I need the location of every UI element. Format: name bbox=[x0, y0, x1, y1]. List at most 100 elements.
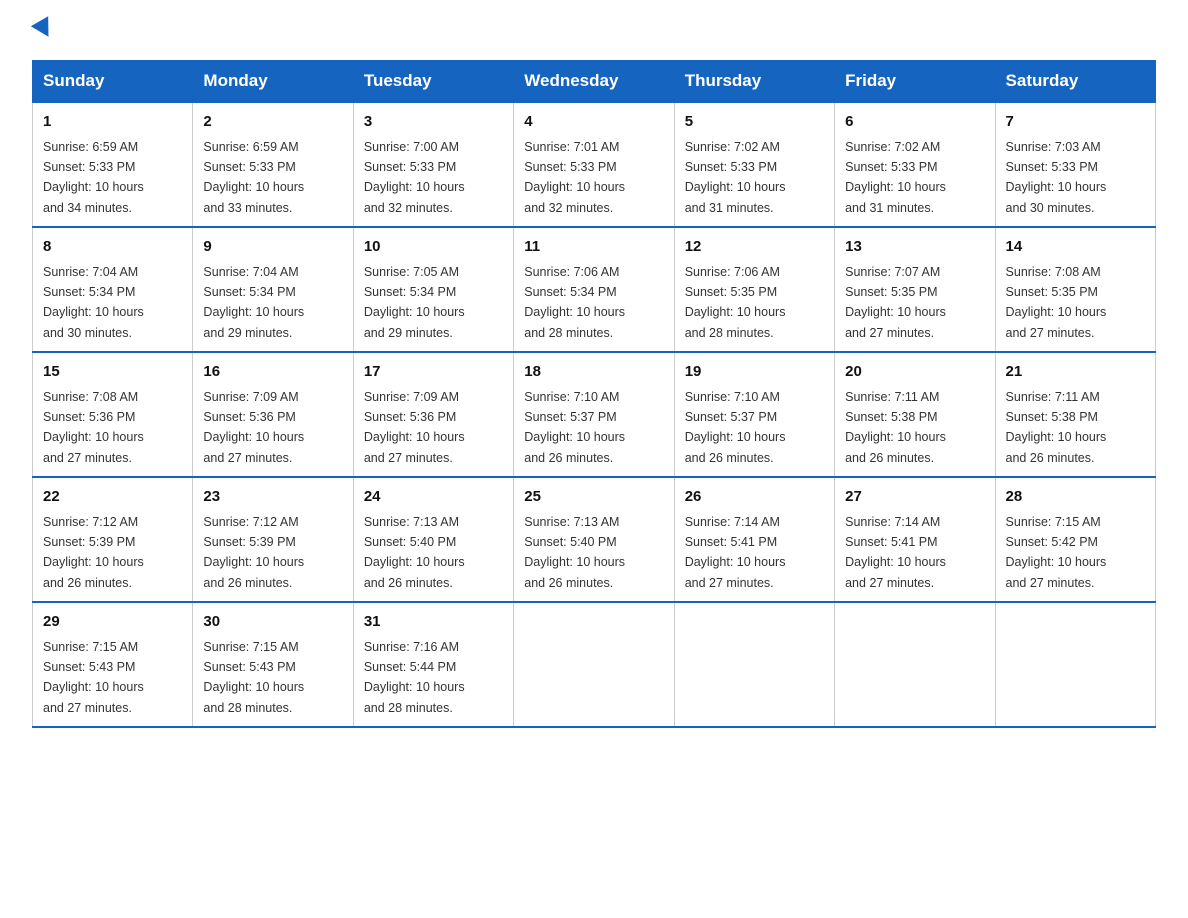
calendar-header-row: SundayMondayTuesdayWednesdayThursdayFrid… bbox=[33, 61, 1156, 103]
day-of-week-header: Tuesday bbox=[353, 61, 513, 103]
day-number: 8 bbox=[43, 236, 182, 259]
day-of-week-header: Friday bbox=[835, 61, 995, 103]
day-number: 11 bbox=[524, 236, 663, 259]
day-info: Sunrise: 7:14 AMSunset: 5:41 PMDaylight:… bbox=[685, 515, 786, 590]
calendar-day-cell: 29 Sunrise: 7:15 AMSunset: 5:43 PMDaylig… bbox=[33, 602, 193, 727]
day-info: Sunrise: 7:15 AMSunset: 5:43 PMDaylight:… bbox=[43, 640, 144, 715]
day-number: 24 bbox=[364, 486, 503, 509]
day-of-week-header: Thursday bbox=[674, 61, 834, 103]
calendar-day-cell: 31 Sunrise: 7:16 AMSunset: 5:44 PMDaylig… bbox=[353, 602, 513, 727]
day-info: Sunrise: 7:10 AMSunset: 5:37 PMDaylight:… bbox=[685, 390, 786, 465]
calendar-day-cell: 7 Sunrise: 7:03 AMSunset: 5:33 PMDayligh… bbox=[995, 102, 1155, 227]
day-info: Sunrise: 6:59 AMSunset: 5:33 PMDaylight:… bbox=[43, 140, 144, 215]
day-number: 29 bbox=[43, 611, 182, 634]
day-number: 28 bbox=[1006, 486, 1145, 509]
day-info: Sunrise: 7:12 AMSunset: 5:39 PMDaylight:… bbox=[43, 515, 144, 590]
day-number: 12 bbox=[685, 236, 824, 259]
calendar-week-row: 29 Sunrise: 7:15 AMSunset: 5:43 PMDaylig… bbox=[33, 602, 1156, 727]
day-number: 21 bbox=[1006, 361, 1145, 384]
day-number: 18 bbox=[524, 361, 663, 384]
day-info: Sunrise: 7:04 AMSunset: 5:34 PMDaylight:… bbox=[43, 265, 144, 340]
day-info: Sunrise: 7:09 AMSunset: 5:36 PMDaylight:… bbox=[203, 390, 304, 465]
calendar-day-cell: 27 Sunrise: 7:14 AMSunset: 5:41 PMDaylig… bbox=[835, 477, 995, 602]
day-info: Sunrise: 7:08 AMSunset: 5:35 PMDaylight:… bbox=[1006, 265, 1107, 340]
day-info: Sunrise: 7:16 AMSunset: 5:44 PMDaylight:… bbox=[364, 640, 465, 715]
calendar-day-cell: 28 Sunrise: 7:15 AMSunset: 5:42 PMDaylig… bbox=[995, 477, 1155, 602]
calendar-day-cell: 6 Sunrise: 7:02 AMSunset: 5:33 PMDayligh… bbox=[835, 102, 995, 227]
calendar-week-row: 1 Sunrise: 6:59 AMSunset: 5:33 PMDayligh… bbox=[33, 102, 1156, 227]
page-header bbox=[32, 24, 1156, 42]
day-number: 20 bbox=[845, 361, 984, 384]
day-info: Sunrise: 7:05 AMSunset: 5:34 PMDaylight:… bbox=[364, 265, 465, 340]
day-info: Sunrise: 7:13 AMSunset: 5:40 PMDaylight:… bbox=[364, 515, 465, 590]
day-number: 22 bbox=[43, 486, 182, 509]
calendar-day-cell: 17 Sunrise: 7:09 AMSunset: 5:36 PMDaylig… bbox=[353, 352, 513, 477]
day-of-week-header: Monday bbox=[193, 61, 353, 103]
calendar-day-cell bbox=[995, 602, 1155, 727]
day-number: 3 bbox=[364, 111, 503, 134]
calendar-day-cell: 15 Sunrise: 7:08 AMSunset: 5:36 PMDaylig… bbox=[33, 352, 193, 477]
day-number: 1 bbox=[43, 111, 182, 134]
day-number: 9 bbox=[203, 236, 342, 259]
day-info: Sunrise: 7:02 AMSunset: 5:33 PMDaylight:… bbox=[685, 140, 786, 215]
day-number: 25 bbox=[524, 486, 663, 509]
calendar-day-cell: 1 Sunrise: 6:59 AMSunset: 5:33 PMDayligh… bbox=[33, 102, 193, 227]
day-info: Sunrise: 7:14 AMSunset: 5:41 PMDaylight:… bbox=[845, 515, 946, 590]
day-info: Sunrise: 7:02 AMSunset: 5:33 PMDaylight:… bbox=[845, 140, 946, 215]
day-info: Sunrise: 7:01 AMSunset: 5:33 PMDaylight:… bbox=[524, 140, 625, 215]
day-number: 27 bbox=[845, 486, 984, 509]
day-number: 17 bbox=[364, 361, 503, 384]
calendar-day-cell: 14 Sunrise: 7:08 AMSunset: 5:35 PMDaylig… bbox=[995, 227, 1155, 352]
day-number: 30 bbox=[203, 611, 342, 634]
day-number: 2 bbox=[203, 111, 342, 134]
logo bbox=[32, 24, 54, 42]
calendar-day-cell bbox=[835, 602, 995, 727]
calendar-day-cell: 25 Sunrise: 7:13 AMSunset: 5:40 PMDaylig… bbox=[514, 477, 674, 602]
calendar-day-cell: 5 Sunrise: 7:02 AMSunset: 5:33 PMDayligh… bbox=[674, 102, 834, 227]
calendar-week-row: 15 Sunrise: 7:08 AMSunset: 5:36 PMDaylig… bbox=[33, 352, 1156, 477]
calendar-day-cell: 4 Sunrise: 7:01 AMSunset: 5:33 PMDayligh… bbox=[514, 102, 674, 227]
calendar-day-cell: 11 Sunrise: 7:06 AMSunset: 5:34 PMDaylig… bbox=[514, 227, 674, 352]
calendar-day-cell: 2 Sunrise: 6:59 AMSunset: 5:33 PMDayligh… bbox=[193, 102, 353, 227]
calendar-day-cell: 26 Sunrise: 7:14 AMSunset: 5:41 PMDaylig… bbox=[674, 477, 834, 602]
day-number: 6 bbox=[845, 111, 984, 134]
day-info: Sunrise: 7:08 AMSunset: 5:36 PMDaylight:… bbox=[43, 390, 144, 465]
day-number: 19 bbox=[685, 361, 824, 384]
day-info: Sunrise: 7:00 AMSunset: 5:33 PMDaylight:… bbox=[364, 140, 465, 215]
calendar-day-cell: 22 Sunrise: 7:12 AMSunset: 5:39 PMDaylig… bbox=[33, 477, 193, 602]
calendar-day-cell: 3 Sunrise: 7:00 AMSunset: 5:33 PMDayligh… bbox=[353, 102, 513, 227]
day-info: Sunrise: 7:09 AMSunset: 5:36 PMDaylight:… bbox=[364, 390, 465, 465]
calendar-day-cell: 16 Sunrise: 7:09 AMSunset: 5:36 PMDaylig… bbox=[193, 352, 353, 477]
day-number: 31 bbox=[364, 611, 503, 634]
calendar-day-cell: 19 Sunrise: 7:10 AMSunset: 5:37 PMDaylig… bbox=[674, 352, 834, 477]
day-number: 7 bbox=[1006, 111, 1145, 134]
day-info: Sunrise: 7:06 AMSunset: 5:35 PMDaylight:… bbox=[685, 265, 786, 340]
calendar-day-cell: 30 Sunrise: 7:15 AMSunset: 5:43 PMDaylig… bbox=[193, 602, 353, 727]
day-number: 15 bbox=[43, 361, 182, 384]
day-of-week-header: Wednesday bbox=[514, 61, 674, 103]
day-info: Sunrise: 7:13 AMSunset: 5:40 PMDaylight:… bbox=[524, 515, 625, 590]
calendar-week-row: 22 Sunrise: 7:12 AMSunset: 5:39 PMDaylig… bbox=[33, 477, 1156, 602]
calendar-day-cell: 18 Sunrise: 7:10 AMSunset: 5:37 PMDaylig… bbox=[514, 352, 674, 477]
day-of-week-header: Sunday bbox=[33, 61, 193, 103]
calendar-day-cell: 23 Sunrise: 7:12 AMSunset: 5:39 PMDaylig… bbox=[193, 477, 353, 602]
day-info: Sunrise: 7:15 AMSunset: 5:42 PMDaylight:… bbox=[1006, 515, 1107, 590]
calendar-day-cell bbox=[514, 602, 674, 727]
calendar-day-cell: 24 Sunrise: 7:13 AMSunset: 5:40 PMDaylig… bbox=[353, 477, 513, 602]
calendar-day-cell: 20 Sunrise: 7:11 AMSunset: 5:38 PMDaylig… bbox=[835, 352, 995, 477]
day-info: Sunrise: 7:04 AMSunset: 5:34 PMDaylight:… bbox=[203, 265, 304, 340]
day-number: 16 bbox=[203, 361, 342, 384]
day-number: 23 bbox=[203, 486, 342, 509]
day-number: 14 bbox=[1006, 236, 1145, 259]
day-number: 26 bbox=[685, 486, 824, 509]
logo-triangle-icon bbox=[31, 16, 57, 42]
day-info: Sunrise: 7:10 AMSunset: 5:37 PMDaylight:… bbox=[524, 390, 625, 465]
day-number: 5 bbox=[685, 111, 824, 134]
day-info: Sunrise: 7:11 AMSunset: 5:38 PMDaylight:… bbox=[1006, 390, 1107, 465]
day-number: 10 bbox=[364, 236, 503, 259]
calendar-day-cell: 21 Sunrise: 7:11 AMSunset: 5:38 PMDaylig… bbox=[995, 352, 1155, 477]
day-info: Sunrise: 7:06 AMSunset: 5:34 PMDaylight:… bbox=[524, 265, 625, 340]
day-of-week-header: Saturday bbox=[995, 61, 1155, 103]
day-info: Sunrise: 7:11 AMSunset: 5:38 PMDaylight:… bbox=[845, 390, 946, 465]
calendar-day-cell: 13 Sunrise: 7:07 AMSunset: 5:35 PMDaylig… bbox=[835, 227, 995, 352]
